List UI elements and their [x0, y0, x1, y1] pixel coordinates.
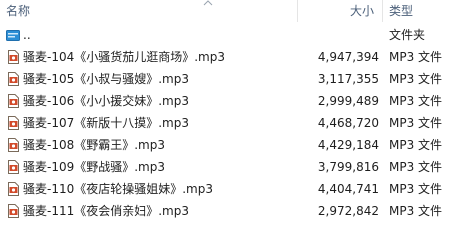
- file-size: 4,468,720: [317, 116, 379, 130]
- sort-ascending-icon: [203, 0, 213, 6]
- file-type: MP3 文件: [389, 116, 443, 130]
- file-name: 骚麦-111《夜会俏亲妇》.mp3: [23, 204, 189, 218]
- file-size: 4,947,394: [317, 50, 379, 64]
- mp3-file-icon: [8, 116, 19, 130]
- mp3-file-icon: [8, 72, 19, 86]
- mp3-file-icon: [8, 160, 19, 174]
- up-folder-icon: [6, 30, 20, 41]
- file-list-view: 名称 大小 类型 .. 文件夹 骚麦-104《小骚货茄儿逛商场》.mp3 4,9…: [0, 0, 473, 227]
- file-type: MP3 文件: [389, 72, 443, 86]
- file-name: ..: [23, 28, 31, 42]
- mp3-file-icon: [8, 50, 19, 64]
- mp3-file-icon: [8, 182, 19, 196]
- list-item[interactable]: 骚麦-106《小小援交妹》.mp3 2,999,489 MP3 文件: [0, 90, 473, 112]
- list-item[interactable]: 骚麦-108《野霸王》.mp3 4,429,184 MP3 文件: [0, 134, 473, 156]
- list-item[interactable]: 骚麦-110《夜店轮操骚姐妹》.mp3 4,404,741 MP3 文件: [0, 178, 473, 200]
- column-header-name[interactable]: 名称: [6, 3, 30, 19]
- list-item[interactable]: 骚麦-111《夜会俏亲妇》.mp3 2,972,842 MP3 文件: [0, 200, 473, 222]
- file-size: 2,999,489: [317, 94, 379, 108]
- list-item[interactable]: 骚麦-107《新版十八摸》.mp3 4,468,720 MP3 文件: [0, 112, 473, 134]
- list-item[interactable]: 骚麦-105《小叔与骚嫂》.mp3 3,117,355 MP3 文件: [0, 68, 473, 90]
- file-type: MP3 文件: [389, 204, 443, 218]
- mp3-file-icon: [8, 204, 19, 218]
- file-size: 2,972,842: [317, 204, 379, 218]
- list-item[interactable]: 骚麦-109《野战骚》.mp3 3,799,816 MP3 文件: [0, 156, 473, 178]
- column-header-type[interactable]: 类型: [389, 3, 413, 19]
- file-size: 4,429,184: [317, 138, 379, 152]
- mp3-file-icon: [8, 94, 19, 108]
- file-name: 骚麦-106《小小援交妹》.mp3: [23, 94, 189, 108]
- column-divider[interactable]: [382, 0, 383, 22]
- file-size: 3,799,816: [317, 160, 379, 174]
- file-type: 文件夹: [389, 28, 426, 42]
- file-name: 骚麦-108《野霸王》.mp3: [23, 138, 165, 152]
- file-name: 骚麦-110《夜店轮操骚姐妹》.mp3: [23, 182, 213, 196]
- file-type: MP3 文件: [389, 50, 443, 64]
- list-item[interactable]: 骚麦-104《小骚货茄儿逛商场》.mp3 4,947,394 MP3 文件: [0, 46, 473, 68]
- file-type: MP3 文件: [389, 182, 443, 196]
- file-rows: .. 文件夹 骚麦-104《小骚货茄儿逛商场》.mp3 4,947,394 MP…: [0, 24, 473, 222]
- file-name: 骚麦-109《野战骚》.mp3: [23, 160, 165, 174]
- file-type: MP3 文件: [389, 160, 443, 174]
- file-name: 骚麦-105《小叔与骚嫂》.mp3: [23, 72, 189, 86]
- file-type: MP3 文件: [389, 138, 443, 152]
- column-divider[interactable]: [297, 0, 298, 22]
- mp3-file-icon: [8, 138, 19, 152]
- column-header-bar: 名称 大小 类型: [0, 0, 473, 22]
- column-header-size[interactable]: 大小: [350, 3, 378, 19]
- file-name: 骚麦-104《小骚货茄儿逛商场》.mp3: [23, 50, 225, 64]
- list-item-parent-folder[interactable]: .. 文件夹: [0, 24, 473, 46]
- file-type: MP3 文件: [389, 94, 443, 108]
- file-size: 4,404,741: [317, 182, 379, 196]
- file-size: 3,117,355: [317, 72, 379, 86]
- file-name: 骚麦-107《新版十八摸》.mp3: [23, 116, 189, 130]
